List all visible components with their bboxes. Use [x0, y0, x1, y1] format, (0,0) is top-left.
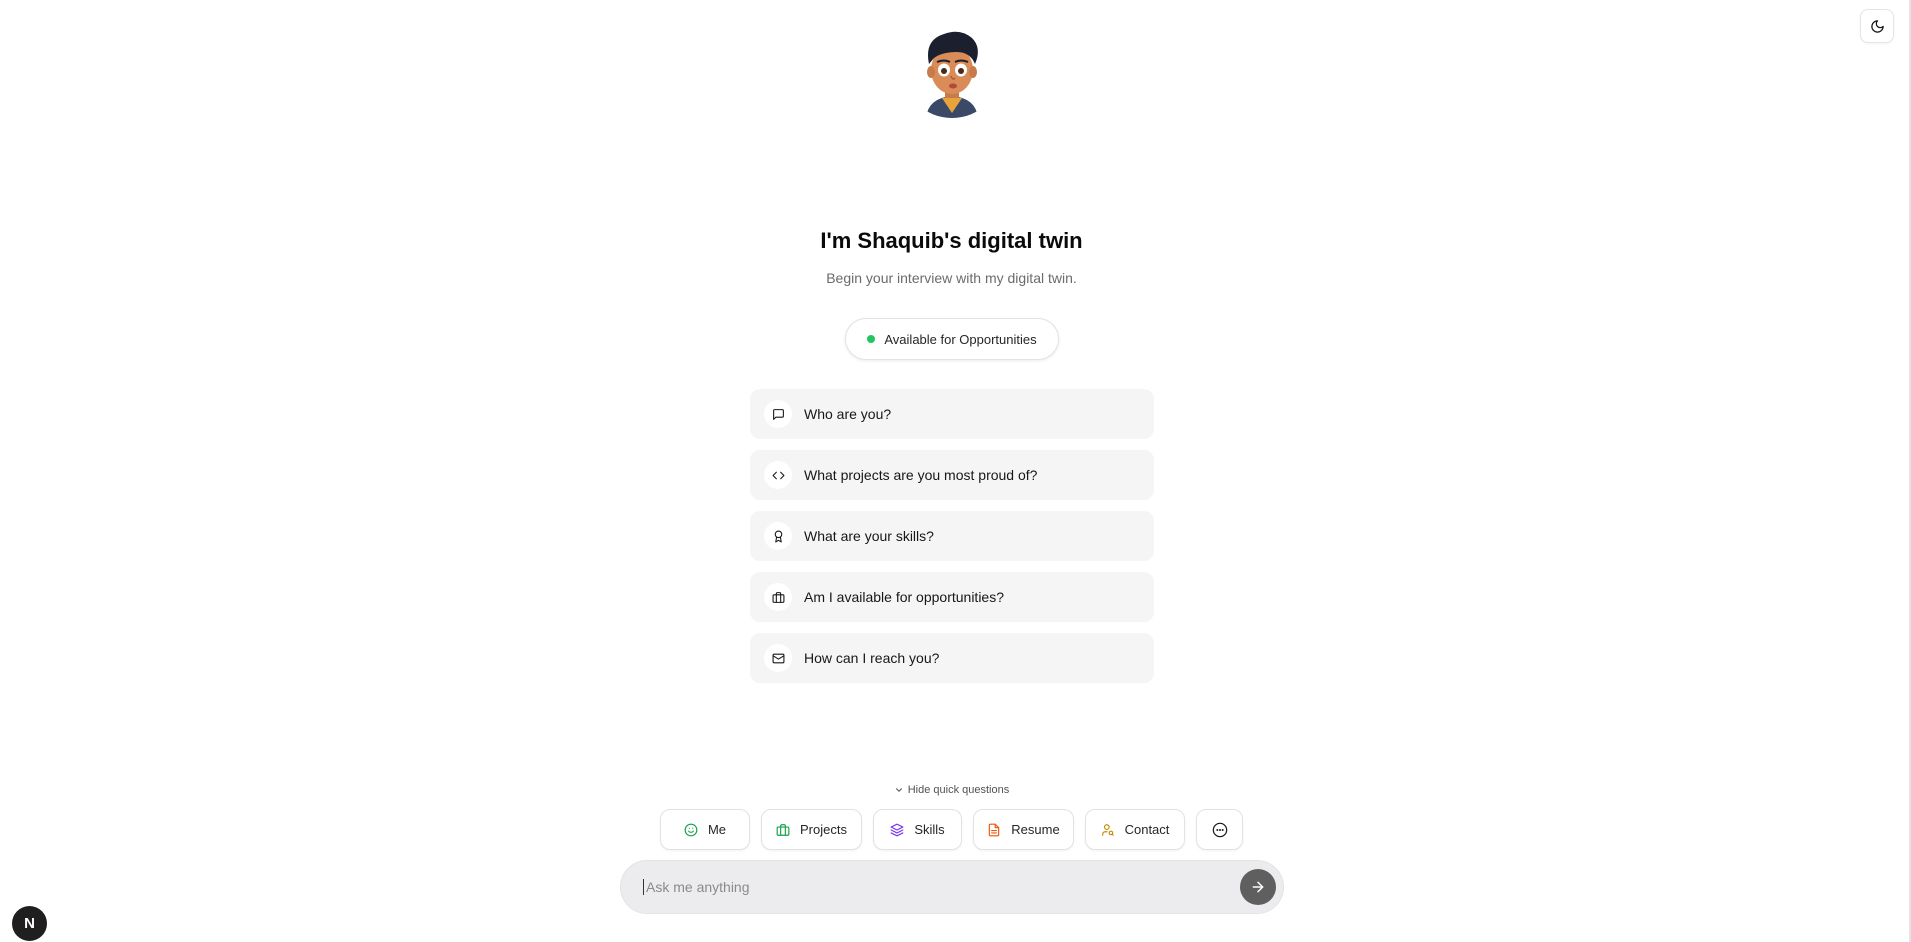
hide-quick-questions-toggle[interactable]: Hide quick questions — [0, 784, 1903, 796]
page-title: I'm Shaquib's digital twin — [820, 228, 1083, 253]
chip-skills[interactable]: Skills — [873, 809, 962, 850]
briefcase-icon — [764, 583, 792, 611]
question-who-are-you[interactable]: Who are you? — [750, 389, 1154, 439]
chip-label: Contact — [1124, 822, 1170, 837]
question-label: Who are you? — [804, 406, 892, 422]
badge-label: N — [24, 915, 35, 932]
briefcase-icon — [776, 823, 790, 836]
more-options-button[interactable] — [1196, 809, 1243, 850]
status-badge[interactable]: Available for Opportunities — [845, 318, 1059, 360]
award-icon — [764, 522, 792, 550]
chip-contact[interactable]: Contact — [1085, 809, 1185, 850]
page-subtitle: Begin your interview with my digital twi… — [826, 270, 1077, 286]
mail-icon — [764, 644, 792, 672]
theme-toggle-button[interactable] — [1860, 9, 1894, 43]
user-search-icon — [1101, 823, 1114, 836]
question-availability[interactable]: Am I available for opportunities? — [750, 572, 1154, 622]
chip-label: Projects — [800, 822, 847, 837]
nextjs-dev-badge[interactable]: N — [12, 906, 47, 941]
question-label: Am I available for opportunities? — [804, 589, 1004, 605]
chip-projects[interactable]: Projects — [761, 809, 862, 850]
question-skills[interactable]: What are your skills? — [750, 511, 1154, 561]
suggested-questions: Who are you? What projects are you most … — [750, 389, 1154, 694]
file-text-icon — [989, 823, 1000, 836]
question-label: What projects are you most proud of? — [804, 467, 1038, 483]
moon-icon — [1870, 19, 1884, 33]
chat-input-bar — [620, 860, 1284, 914]
question-contact[interactable]: How can I reach you? — [750, 633, 1154, 683]
chip-label: Me — [707, 822, 727, 837]
chip-resume[interactable]: Resume — [973, 809, 1074, 850]
question-projects[interactable]: What projects are you most proud of? — [750, 450, 1154, 500]
question-label: How can I reach you? — [804, 650, 940, 666]
chevron-down-icon — [895, 788, 902, 792]
smile-icon — [684, 823, 698, 836]
chat-input[interactable] — [643, 879, 1203, 895]
chip-label: Resume — [1011, 822, 1060, 837]
quick-chips: Me Projects Skills Resume Contact — [660, 809, 1243, 850]
layers-icon — [890, 823, 904, 836]
chip-label: Skills — [914, 822, 945, 837]
status-dot-icon — [867, 335, 876, 343]
question-label: What are your skills? — [804, 528, 934, 544]
status-label: Available for Opportunities — [884, 331, 1037, 347]
arrow-right-icon — [1252, 881, 1264, 893]
page: I'm Shaquib's digital twin Begin your in… — [0, 0, 1911, 942]
send-button[interactable] — [1240, 869, 1276, 905]
avatar — [902, 18, 1002, 118]
chip-me[interactable]: Me — [660, 809, 750, 850]
code-icon — [764, 461, 792, 489]
more-horizontal-icon — [1212, 822, 1227, 837]
message-square-icon — [764, 400, 792, 428]
hide-quick-questions-label: Hide quick questions — [907, 784, 1010, 796]
